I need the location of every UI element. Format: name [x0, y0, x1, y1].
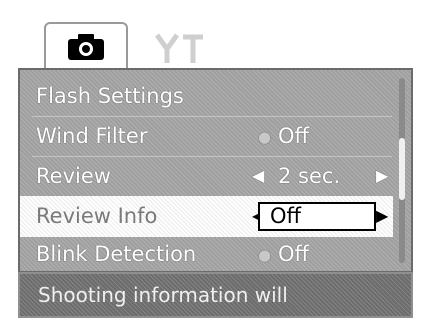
camera-menu-screen: Flash Settings Wind Filter ● Off Review … — [0, 0, 431, 326]
menu-panel: Flash Settings Wind Filter ● Off Review … — [18, 68, 413, 273]
menu-item-flash-settings[interactable]: Flash Settings — [20, 76, 393, 117]
tools-icon — [154, 33, 203, 63]
menu-item-label: Review — [36, 164, 111, 188]
menu-item-label: Wind Filter — [36, 124, 148, 148]
setting-dot-icon: ● — [258, 246, 272, 264]
tab-setup[interactable] — [134, 28, 224, 68]
menu-item-wind-filter[interactable]: Wind Filter ● Off — [20, 116, 393, 157]
tab-shooting[interactable] — [44, 22, 128, 70]
menu-item-value: Off — [278, 242, 309, 266]
camera-icon — [68, 34, 104, 60]
menu-item-review-info[interactable]: Review Info ◀ Off ▶ — [20, 196, 393, 237]
menu-item-value: 2 sec. — [278, 164, 341, 188]
scrollbar[interactable] — [399, 78, 405, 263]
scrollbar-thumb[interactable] — [399, 138, 405, 200]
menu-item-blink-detection[interactable]: Blink Detection ● Off — [20, 234, 393, 275]
arrow-right-icon[interactable]: ▶ — [376, 206, 388, 225]
menu-item-value: Off — [278, 124, 309, 148]
arrow-right-icon[interactable]: ▶ — [376, 166, 388, 185]
menu-item-review[interactable]: Review ◀ 2 sec. ▶ — [20, 156, 393, 197]
menu-item-label: Flash Settings — [36, 84, 184, 108]
arrow-left-icon[interactable]: ◀ — [252, 166, 264, 185]
info-bar: Shooting information will — [18, 272, 413, 318]
info-text: Shooting information will — [38, 283, 288, 307]
tab-bar — [18, 10, 413, 70]
setting-dot-icon: ● — [258, 128, 272, 146]
menu-item-value: Off — [270, 204, 301, 228]
menu-item-label: Blink Detection — [36, 242, 197, 266]
menu-item-label: Review Info — [36, 204, 158, 228]
